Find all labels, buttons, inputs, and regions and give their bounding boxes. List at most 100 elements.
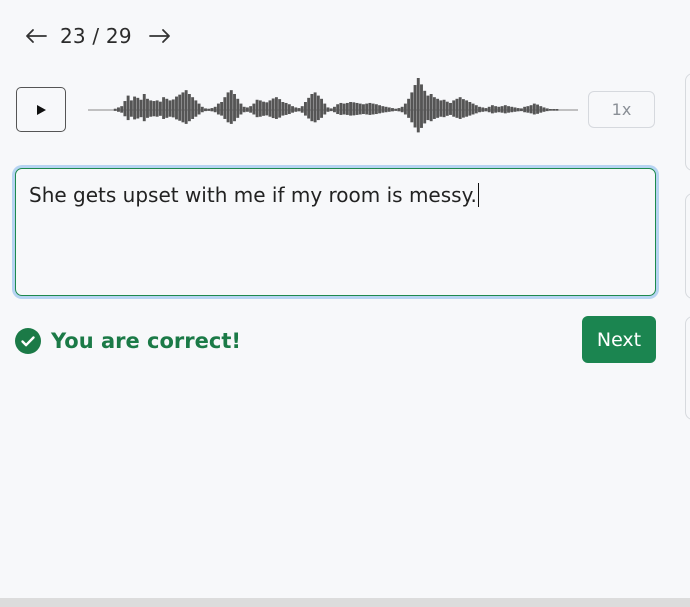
waveform-bar <box>368 102 372 115</box>
waveform-bar <box>233 94 236 122</box>
waveform-bar <box>139 99 143 118</box>
waveform-bar <box>339 102 343 115</box>
waveform-bar <box>468 102 472 116</box>
waveform-bar <box>303 102 307 116</box>
waveform-bar <box>281 102 285 116</box>
waveform-bar <box>426 95 430 121</box>
playback-speed-button[interactable]: 1x <box>588 91 655 128</box>
waveform-bar <box>313 92 317 123</box>
waveform-bar <box>519 108 523 112</box>
waveform-bar <box>329 108 333 112</box>
waveform-bar <box>207 108 211 111</box>
waveform-bar <box>545 108 549 112</box>
waveform-bar <box>146 98 149 118</box>
check-circle-icon <box>15 328 41 354</box>
waveform-bar <box>187 94 191 122</box>
waveform-bar <box>413 85 417 128</box>
waveform-bar <box>191 97 195 119</box>
waveform-bar <box>355 102 359 115</box>
waveform-bar <box>381 106 385 113</box>
waveform-bar <box>204 108 207 112</box>
waveform-bar <box>171 99 175 118</box>
waveform-bar <box>323 103 327 115</box>
waveform-bar <box>490 105 494 114</box>
side-panel-card[interactable] <box>685 316 690 420</box>
waveform-bar <box>129 100 133 117</box>
waveform-bar <box>474 105 478 114</box>
horizontal-scrollbar[interactable] <box>0 598 690 607</box>
side-panel-card[interactable] <box>685 193 690 299</box>
waveform-bar <box>555 109 559 111</box>
result-message: You are correct! <box>51 329 241 353</box>
waveform-bar <box>175 96 178 120</box>
waveform-bar <box>210 108 214 112</box>
waveform-bar <box>500 106 504 113</box>
waveform-bar <box>529 105 533 114</box>
waveform-bar <box>400 106 404 113</box>
waveform-bar <box>300 106 304 113</box>
waveform-bar <box>136 97 140 119</box>
waveform-bar <box>420 84 423 128</box>
waveform-bar <box>532 103 536 115</box>
waveform-bar <box>458 97 462 119</box>
waveform-bar <box>336 104 340 115</box>
arrow-right-icon[interactable] <box>146 22 174 50</box>
waveform-bar <box>526 106 530 113</box>
progress-counter: 23 / 29 <box>60 24 132 48</box>
waveform-bar <box>220 102 224 116</box>
waveform-bar <box>439 100 443 117</box>
waveform-bar <box>123 101 127 117</box>
waveform-bar <box>158 101 162 116</box>
waveform-bar <box>394 108 398 111</box>
waveform-bar <box>262 101 265 116</box>
waveform-bar <box>229 90 233 124</box>
waveform-bar <box>184 90 188 124</box>
waveform-bar <box>374 104 378 115</box>
next-button[interactable]: Next <box>582 316 656 363</box>
waveform-bar <box>284 102 288 115</box>
waveform-bar <box>223 97 227 119</box>
waveform-bar <box>423 90 427 124</box>
waveform-bar <box>258 100 262 117</box>
waveform-bar <box>333 106 336 113</box>
waveform-bar <box>410 92 414 123</box>
waveform-bar <box>387 107 391 112</box>
waveform-bar <box>307 97 311 119</box>
waveform-bar <box>345 102 349 115</box>
waveform-bar <box>371 103 375 115</box>
waveform-bar <box>432 97 436 119</box>
waveform-bar <box>539 106 543 113</box>
waveform-bar <box>391 108 394 112</box>
waveform-bar <box>249 106 253 113</box>
audio-waveform[interactable] <box>88 70 578 136</box>
waveform-bar <box>239 103 243 115</box>
waveform-bar <box>471 103 475 115</box>
waveform-bar <box>429 94 433 122</box>
text-caret <box>477 183 479 207</box>
play-button[interactable] <box>16 87 66 132</box>
waveform-bar <box>287 104 291 115</box>
waveform-bar <box>178 94 182 121</box>
waveform-bar <box>481 107 485 112</box>
waveform-bar <box>213 106 217 113</box>
waveform-bar <box>542 107 546 112</box>
waveform-bar <box>120 106 124 113</box>
waveform-bar <box>365 103 369 115</box>
waveform-bar <box>352 102 356 116</box>
waveform-bar <box>181 92 185 123</box>
waveform-bar <box>436 98 440 118</box>
waveform-bar <box>268 100 272 117</box>
waveform-bar <box>516 108 520 112</box>
waveform-bar <box>478 106 481 113</box>
waveform-bar <box>503 105 507 114</box>
answer-field[interactable]: She gets upset with me if my room is mes… <box>16 169 655 295</box>
waveform-bar <box>236 98 240 118</box>
waveform-bar <box>513 107 517 112</box>
answer-input[interactable]: She gets upset with me if my room is mes… <box>15 168 656 296</box>
arrow-left-icon[interactable] <box>22 22 50 50</box>
waveform-bar <box>117 107 120 112</box>
waveform-bar <box>403 103 407 115</box>
side-panel-card[interactable] <box>685 73 690 171</box>
waveform-bar <box>252 103 256 115</box>
waveform-bar <box>497 106 501 113</box>
